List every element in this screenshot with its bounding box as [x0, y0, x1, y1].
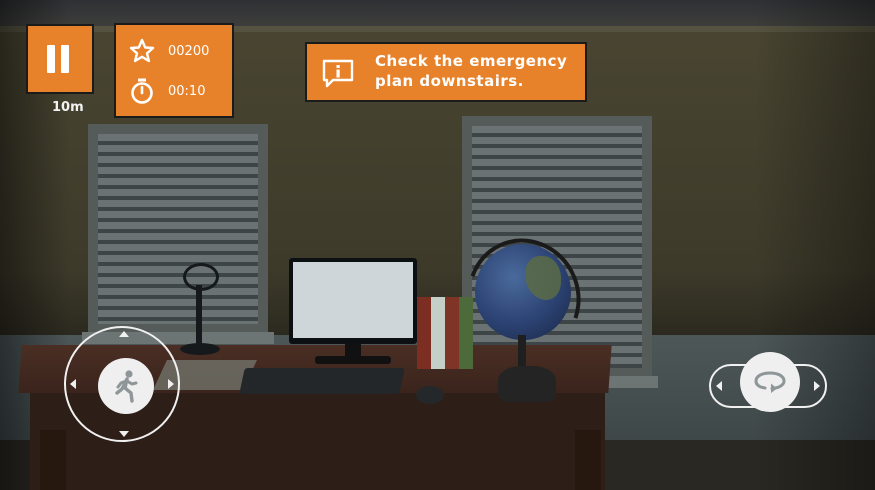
rotate-arrow-left	[716, 381, 722, 391]
star-icon	[129, 38, 155, 63]
pause-icon	[47, 45, 73, 73]
computer-mouse	[416, 386, 444, 404]
joystick-arrow-left	[70, 379, 76, 389]
rotate-icon	[754, 371, 786, 393]
window-left	[82, 124, 274, 344]
move-joystick[interactable]	[64, 326, 180, 442]
desk-leg-right	[575, 430, 601, 490]
globe-base	[498, 366, 556, 402]
desk-leg-left	[40, 430, 66, 490]
hint-text: Check the emergency plan downstairs.	[375, 52, 568, 90]
score-row: 00200	[128, 33, 209, 69]
info-icon	[322, 59, 354, 88]
joystick-arrow-right	[168, 379, 174, 389]
timer-row: 00:10	[128, 73, 205, 109]
joystick-arrow-up	[119, 331, 129, 337]
walking-person-icon	[115, 370, 138, 403]
distance-label: 10m	[52, 100, 84, 115]
rotate-arrow-right	[814, 381, 820, 391]
wall-shadow-right	[755, 0, 875, 490]
computer-monitor[interactable]	[289, 258, 417, 344]
keyboard	[239, 368, 405, 394]
rotate-knob[interactable]	[740, 352, 800, 412]
joystick-arrow-down	[119, 431, 129, 437]
desk-lamp-base	[180, 343, 220, 355]
monitor-screen	[293, 262, 413, 338]
desk-lamp-pole	[196, 285, 202, 347]
score-value: 00200	[168, 43, 210, 59]
books	[417, 297, 475, 369]
monitor-base	[315, 356, 391, 364]
rotate-control[interactable]	[709, 352, 827, 412]
timer-value: 00:10	[168, 83, 206, 99]
joystick-knob[interactable]	[98, 358, 154, 414]
stopwatch-icon	[131, 78, 153, 104]
game-viewport[interactable]: 10m 00200 00:10 Check the emergency plan…	[0, 0, 875, 490]
hint-banner: Check the emergency plan downstairs.	[305, 42, 587, 102]
pause-button[interactable]	[26, 24, 94, 94]
stats-panel: 00200 00:10	[114, 23, 234, 118]
